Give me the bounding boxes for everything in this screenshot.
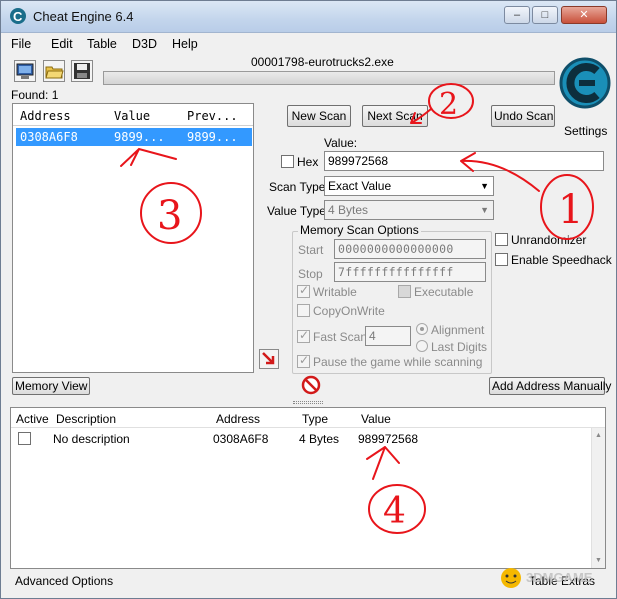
annotation-number-3: 3 bbox=[157, 193, 182, 239]
annotation-arrow-2 bbox=[410, 108, 432, 124]
annotation-number-1: 1 bbox=[558, 187, 583, 233]
annotation-arrow-3 bbox=[120, 147, 177, 167]
annotation-arrow-1 bbox=[460, 152, 540, 192]
annotation-number-4: 4 bbox=[383, 491, 406, 532]
annotation-number-2: 2 bbox=[439, 87, 458, 122]
red-annotation-layer: 1 2 3 4 bbox=[120, 83, 594, 534]
annotation-arrow-4 bbox=[366, 446, 400, 480]
cheat-engine-window: C Cheat Engine 6.4 – □ ✕ File Edit Table… bbox=[0, 0, 617, 599]
